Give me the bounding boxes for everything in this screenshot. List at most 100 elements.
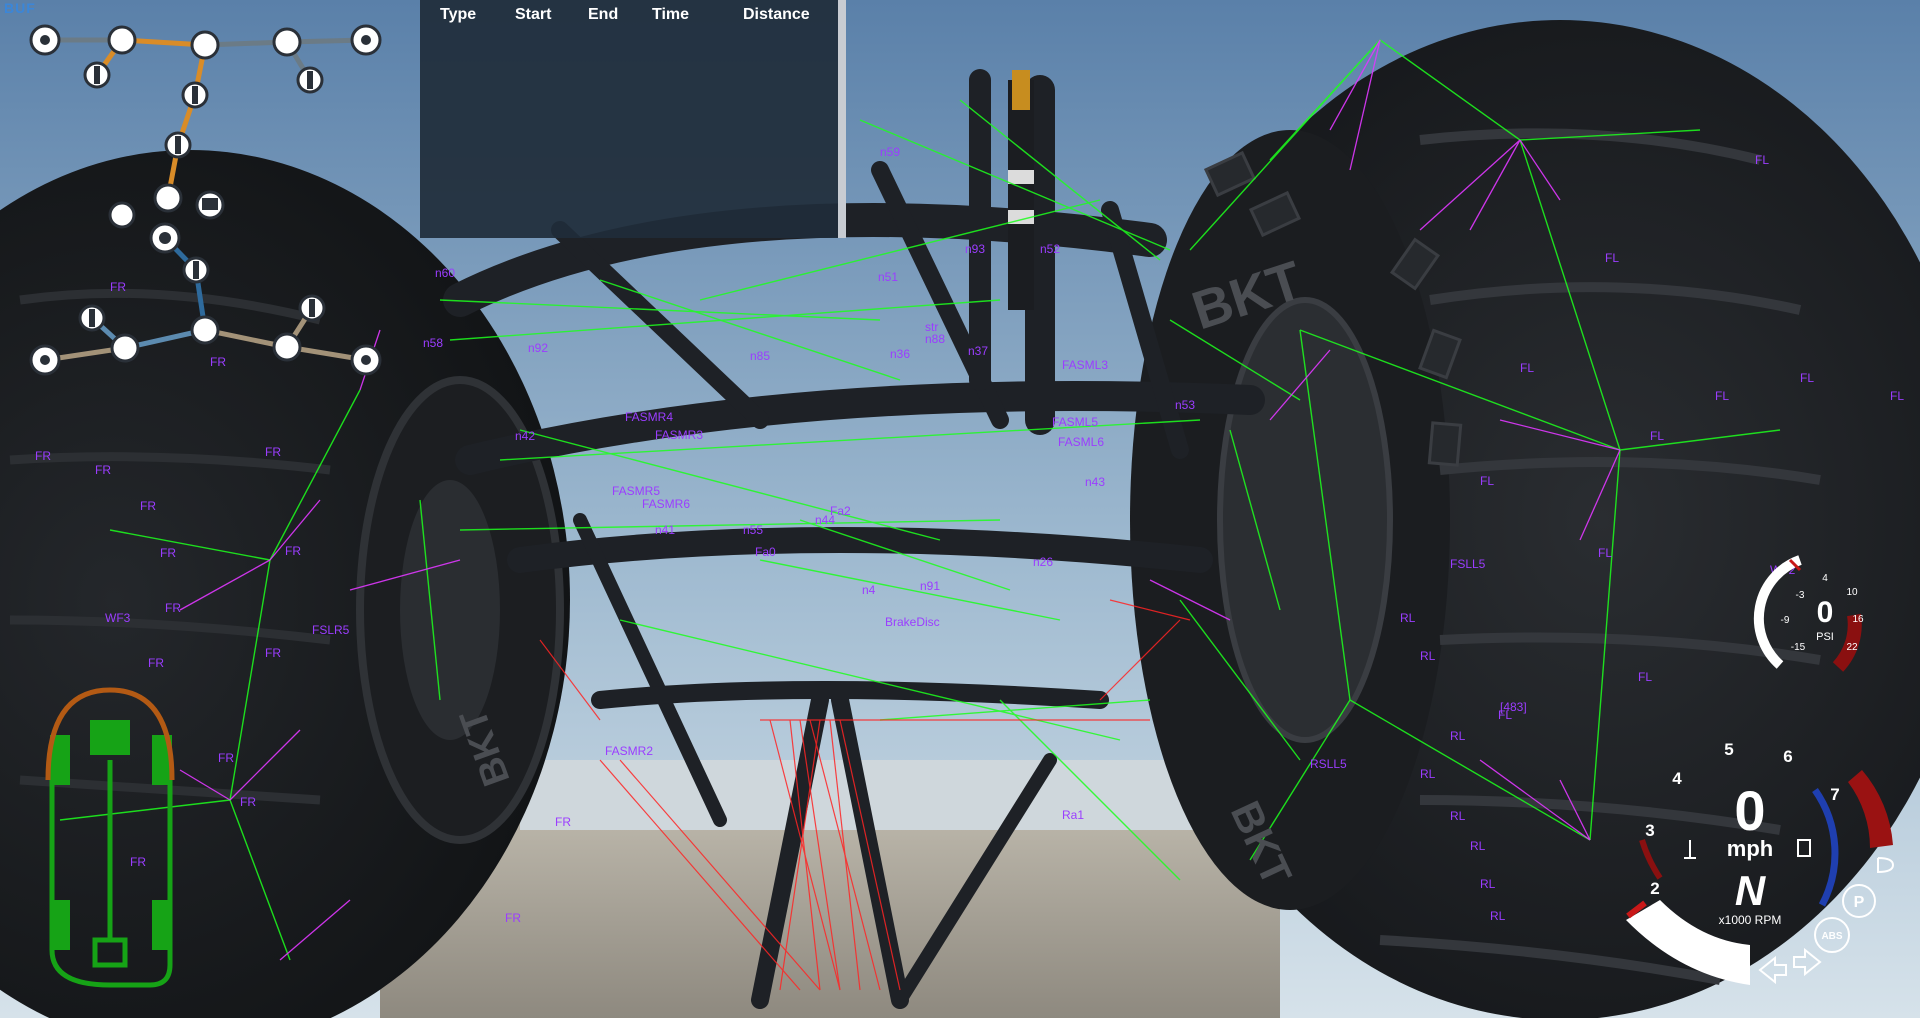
label-wf3: WF3 — [105, 611, 131, 625]
parking-label: P — [1854, 894, 1865, 911]
svg-text:5: 5 — [1724, 740, 1733, 759]
label-n59: n59 — [880, 145, 900, 159]
label-fasml6: FASML6 — [1058, 435, 1104, 449]
label-n4: n4 — [862, 583, 876, 597]
label-n42: n42 — [515, 429, 535, 443]
label-rl: RL — [1400, 611, 1416, 625]
label-n55: n55 — [743, 523, 763, 537]
label-rl: RL — [1450, 809, 1466, 823]
label-fl: FL — [1605, 251, 1619, 265]
shock-absorber — [1008, 70, 1034, 310]
label-fasml5: FASML5 — [1052, 415, 1098, 429]
label-n43: n43 — [1085, 475, 1105, 489]
label-ra1: Ra1 — [1062, 808, 1084, 822]
label-fr: FR — [130, 855, 146, 869]
label-fasmr2: FASMR2 — [605, 744, 653, 758]
column-start[interactable]: Start — [515, 6, 551, 24]
label-rl: RL — [1470, 839, 1486, 853]
label-fasmr6: FASMR6 — [642, 497, 690, 511]
column-time[interactable]: Time — [652, 6, 689, 24]
label-n85: n85 — [750, 349, 770, 363]
differential-icon[interactable] — [272, 332, 302, 362]
label-rl: RL — [1480, 877, 1496, 891]
label-fa0: Fa0 — [755, 545, 776, 559]
label-fr: FR — [160, 546, 176, 560]
column-end[interactable]: End — [588, 6, 618, 24]
label-rsll5: RSLL5 — [1310, 757, 1347, 771]
label-rl: RL — [1490, 909, 1506, 923]
label-n92: n92 — [528, 341, 548, 355]
svg-text:1: 1 — [1687, 925, 1696, 944]
label-node-483: [483] — [1500, 700, 1527, 714]
svg-text:-9: -9 — [1781, 615, 1790, 626]
label-fl: FL — [1650, 429, 1664, 443]
label-brakedisc: BrakeDisc — [885, 615, 940, 629]
differential-icon[interactable] — [190, 315, 220, 345]
svg-text:4: 4 — [1672, 769, 1682, 788]
label-fr: FR — [148, 656, 164, 670]
label-fr: FR — [555, 815, 571, 829]
svg-text:22: 22 — [1846, 642, 1858, 653]
svg-text:4: 4 — [1822, 573, 1828, 584]
label-fasmr4: FASMR4 — [625, 410, 673, 424]
timing-panel: Type Start End Time Distance — [420, 0, 846, 238]
label-fl: FL — [1800, 371, 1814, 385]
label-fl: FL — [1715, 389, 1729, 403]
clutch-icon[interactable] — [108, 201, 136, 229]
differential-icon[interactable] — [110, 333, 140, 363]
label-n51: n51 — [878, 270, 898, 284]
label-fr: FR — [218, 751, 234, 765]
label-fr: FR — [505, 911, 521, 925]
abs-label: ABS — [1821, 931, 1842, 942]
differential-icon[interactable] — [107, 25, 137, 55]
label-fr: FR — [35, 449, 51, 463]
column-distance[interactable]: Distance — [743, 6, 810, 24]
boost-unit: PSI — [1816, 631, 1834, 643]
svg-text:-3: -3 — [1796, 590, 1805, 601]
label-fr: FR — [210, 355, 226, 369]
svg-text:-15: -15 — [1791, 642, 1806, 653]
label-fr: FR — [285, 544, 301, 558]
label-fl: FL — [1755, 153, 1769, 167]
label-fl: FL — [1598, 546, 1612, 560]
label-n26: n26 — [1033, 555, 1053, 569]
label-rl: RL — [1420, 649, 1436, 663]
label-fl: FL — [1890, 389, 1904, 403]
label-fr: FR — [95, 463, 111, 477]
differential-icon[interactable] — [153, 183, 183, 213]
svg-text:2: 2 — [1650, 879, 1659, 898]
label-n36: n36 — [890, 347, 910, 361]
boost-value: 0 — [1817, 596, 1834, 629]
column-type[interactable]: Type — [440, 6, 476, 24]
label-fasml3: FASML3 — [1062, 358, 1108, 372]
gear-indicator: N — [1735, 867, 1767, 914]
label-n53: n53 — [1175, 398, 1195, 412]
horizon — [520, 760, 1240, 830]
differential-icon[interactable] — [190, 30, 220, 60]
label-n58: n58 — [423, 336, 443, 350]
svg-text:7: 7 — [1830, 785, 1839, 804]
label-fasmr5: FASMR5 — [612, 484, 660, 498]
speed-value: 0 — [1734, 779, 1765, 842]
label-fl: FL — [1520, 361, 1534, 375]
app-logo: BUF — [4, 0, 36, 16]
label-n60: n60 — [435, 266, 455, 280]
label-n93: n93 — [965, 242, 985, 256]
label-rl: RL — [1420, 767, 1436, 781]
label-n44: n44 — [815, 513, 835, 527]
label-fl: FL — [1480, 474, 1494, 488]
label-fl: FL — [1638, 670, 1652, 684]
label-fasmr3: FASMR3 — [655, 428, 703, 442]
timing-table-header: Type Start End Time Distance — [420, 0, 838, 23]
svg-text:3: 3 — [1645, 821, 1654, 840]
label-fr: FR — [110, 280, 126, 294]
label-n41: n41 — [655, 523, 675, 537]
label-fr: FR — [265, 445, 281, 459]
label-fr: FR — [165, 601, 181, 615]
svg-text:16: 16 — [1852, 614, 1864, 625]
game-viewport[interactable]: FL FL FL FL FL FL FL FL FL FL FL FSLL5 W… — [0, 0, 1920, 1018]
label-n91: n91 — [920, 579, 940, 593]
label-fsll5: FSLL5 — [1450, 557, 1486, 571]
label-n88: n88 — [925, 332, 945, 346]
differential-icon[interactable] — [272, 27, 302, 57]
